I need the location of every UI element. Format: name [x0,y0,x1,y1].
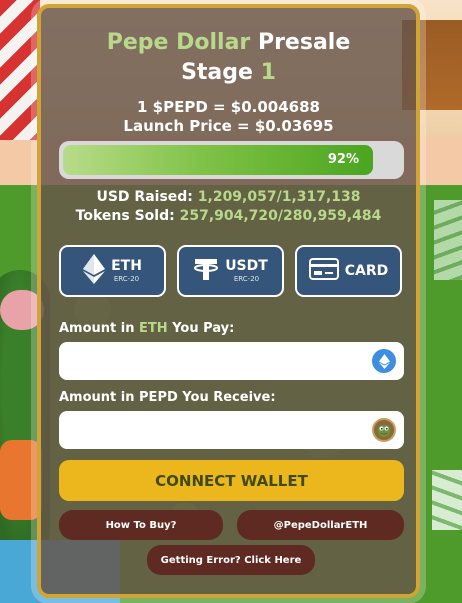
pay-amount-input[interactable] [59,342,404,380]
background-money-bills [434,200,462,280]
usd-raised: USD Raised: 1,209,057/1,317,138 [41,188,416,207]
how-to-buy-button[interactable]: How To Buy? [59,510,223,540]
receive-label-pre: Amount in [59,390,135,405]
current-price: 1 $PEPD = $0.004688 [137,98,320,116]
eth-label: ETH [111,258,142,274]
pay-with-card-button[interactable]: CARD [295,245,402,297]
pepe-token-icon [372,418,396,442]
card-label: CARD [344,263,389,279]
usd-raised-value: 1,209,057/1,317,138 [197,189,361,205]
eth-network: ERC-20 [113,275,140,283]
ethereum-icon [83,254,106,288]
launch-price: Launch Price = $0.03695 [123,117,334,135]
getting-error-button[interactable]: Getting Error? Click Here [147,545,315,575]
connect-wallet-button[interactable]: CONNECT WALLET [59,460,404,501]
usdt-network: ERC-20 [233,275,260,283]
progress-percent: 92% [327,152,359,167]
usdt-label: USDT [225,258,268,274]
title-brand: Pepe Dollar [106,30,251,55]
tokens-sold-label: Tokens Sold: [75,208,175,224]
stage-label: Stage [181,60,253,85]
tether-icon [193,256,219,286]
title-presale: Presale [257,30,351,55]
tokens-sold: Tokens Sold: 257,904,720/280,959,484 [41,207,416,226]
receive-label-token: PEPD [139,390,178,405]
presale-card: Pepe Dollar Presale Stage 1 1 $PEPD = $0… [37,4,420,598]
presale-title: Pepe Dollar Presale [41,28,416,58]
social-handle-button[interactable]: @PepeDollarETH [237,510,404,540]
receive-label-post: You Receive: [182,390,276,405]
background-striped-object [0,0,40,140]
pay-with-usdt-button[interactable]: USDT ERC-20 [177,245,284,297]
pay-amount-field[interactable] [59,342,404,380]
tokens-sold-value: 257,904,720/280,959,484 [179,208,382,224]
receive-amount-label: Amount in PEPD You Receive: [59,390,276,405]
ethereum-icon [372,349,396,373]
background-money-bills [432,470,462,530]
receive-amount-input[interactable] [59,411,404,449]
pay-with-eth-button[interactable]: ETH ERC-20 [59,245,166,297]
pay-amount-label: Amount in ETH You Pay: [59,321,234,336]
pay-label-post: You Pay: [172,321,235,336]
pay-label-token: ETH [139,321,168,336]
stage-title: Stage 1 [41,58,416,88]
credit-card-icon [308,258,339,284]
background-frog-shirt [0,440,42,520]
pay-label-pre: Amount in [59,321,135,336]
presale-progress-bar: 92% [59,141,404,179]
usd-raised-label: USD Raised: [96,189,193,205]
receive-amount-field[interactable] [59,411,404,449]
stage-number: 1 [260,60,276,85]
progress-fill: 92% [63,145,373,175]
